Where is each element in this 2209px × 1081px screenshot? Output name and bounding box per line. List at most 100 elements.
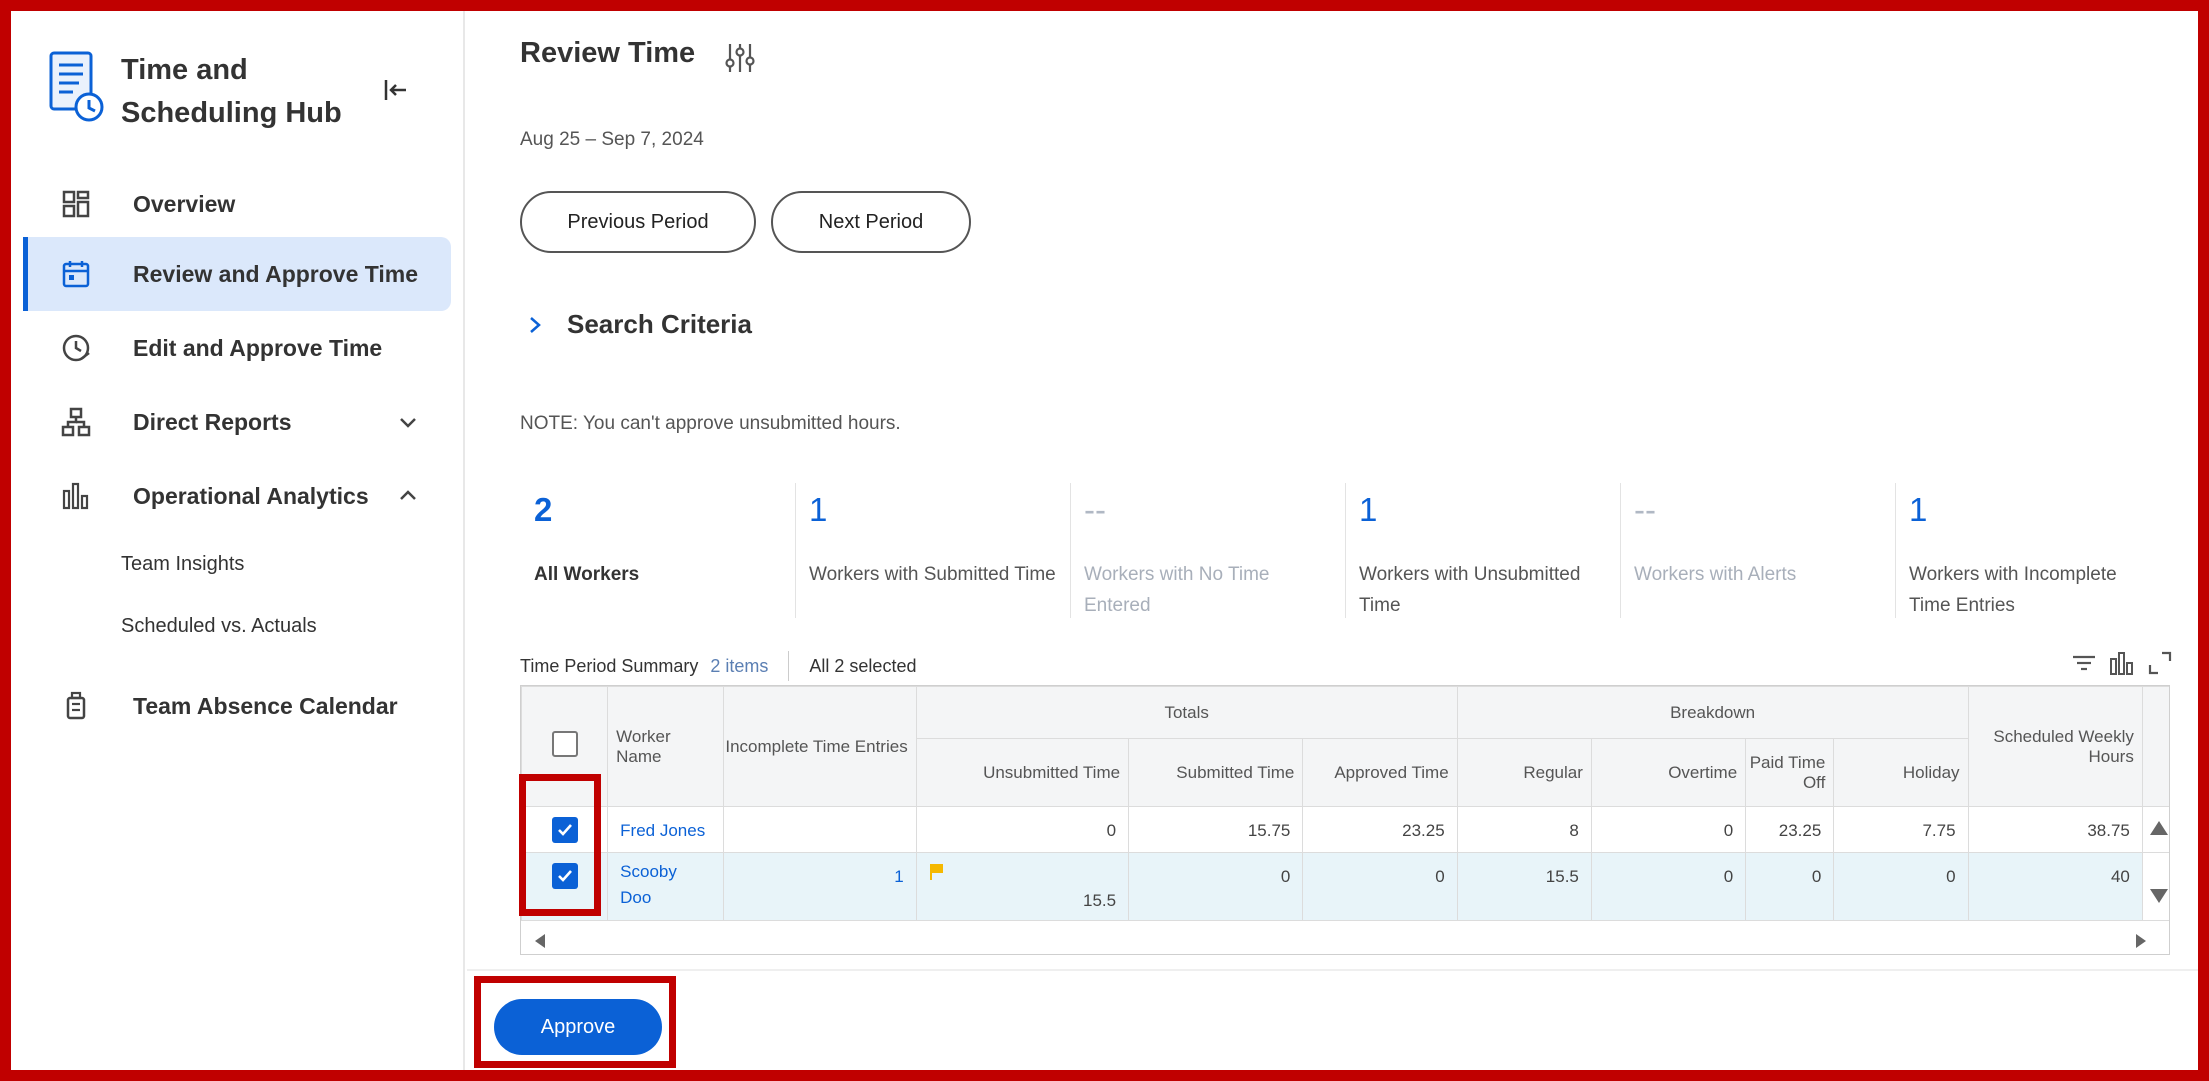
sidebar-item-operational-analytics[interactable]: Operational Analytics bbox=[23, 459, 451, 533]
worker-name-line2: Doo bbox=[620, 888, 652, 907]
worker-name-link[interactable]: Fred Jones bbox=[607, 806, 725, 853]
previous-period-button[interactable]: Previous Period bbox=[520, 191, 756, 253]
scroll-down-cell bbox=[2141, 852, 2170, 921]
clock-edit-icon bbox=[62, 334, 90, 362]
sidebar-item-label: Team Absence Calendar bbox=[133, 692, 398, 719]
org-chart-icon bbox=[61, 407, 91, 437]
main-content: Review Time Aug 25 – Sep 7, 2024 Previou… bbox=[467, 11, 2198, 1070]
worker-filter-cards: 2 All Workers 1 Workers with Submitted T… bbox=[520, 473, 2170, 623]
bar-chart-icon bbox=[62, 482, 89, 510]
sidebar-item-label: Edit and Approve Time bbox=[133, 334, 383, 361]
filter-icon[interactable] bbox=[2070, 649, 2098, 677]
card-label: Workers with Unsubmitted Time bbox=[1359, 564, 1581, 616]
scroll-right-icon[interactable] bbox=[2134, 933, 2148, 949]
submitted-cell: 0 bbox=[1128, 852, 1304, 921]
page-title: Review Time bbox=[520, 37, 696, 69]
unsubmitted-cell: 15.5 bbox=[915, 852, 1130, 921]
card-divider bbox=[1345, 483, 1346, 618]
chevron-right-icon bbox=[530, 316, 541, 333]
col-scheduled-weekly-hours[interactable]: Scheduled Weekly Hours bbox=[1967, 686, 2143, 807]
card-all-workers[interactable]: 2 All Workers bbox=[520, 473, 795, 623]
scroll-up-icon[interactable] bbox=[2148, 819, 2170, 837]
settings-sliders-icon[interactable] bbox=[725, 41, 755, 75]
col-approved-time[interactable]: Approved Time bbox=[1302, 738, 1458, 807]
table-row: Scooby Doo 1 15.5 0 0 15.5 0 0 0 40 bbox=[521, 852, 2170, 921]
col-regular[interactable]: Regular bbox=[1456, 738, 1592, 807]
scroll-down-icon[interactable] bbox=[2148, 887, 2170, 905]
scroll-gutter bbox=[2141, 686, 2169, 807]
sidebar-item-overview[interactable]: Overview bbox=[23, 167, 451, 241]
submitted-cell: 15.75 bbox=[1128, 806, 1304, 853]
chart-view-icon[interactable] bbox=[2108, 649, 2136, 677]
sidebar-item-direct-reports[interactable]: Direct Reports bbox=[23, 385, 451, 459]
next-period-button[interactable]: Next Period bbox=[771, 191, 971, 253]
scroll-left-icon[interactable] bbox=[533, 933, 547, 949]
select-all-checkbox[interactable] bbox=[551, 731, 578, 757]
card-divider bbox=[795, 483, 796, 618]
card-count: -- bbox=[1084, 491, 1106, 528]
col-holiday[interactable]: Holiday bbox=[1833, 738, 1969, 807]
table-row: Fred Jones 0 15.75 23.25 8 0 23.25 7.75 … bbox=[521, 806, 2170, 853]
regular-cell: 8 bbox=[1456, 806, 1592, 853]
hub-title: Time and Scheduling Hub bbox=[121, 49, 381, 135]
sidebar-subitem-team-insights[interactable]: Team Insights bbox=[121, 553, 244, 576]
card-submitted-time[interactable]: 1 Workers with Submitted Time bbox=[795, 473, 1070, 623]
card-unsubmitted-time[interactable]: 1 Workers with Unsubmitted Time bbox=[1345, 473, 1620, 623]
col-unsubmitted-time[interactable]: Unsubmitted Time bbox=[915, 738, 1130, 807]
card-label: Workers with No Time Entered bbox=[1084, 564, 1270, 616]
table-title: Time Period Summary bbox=[520, 655, 699, 676]
card-count: 1 bbox=[809, 491, 828, 528]
card-incomplete-time-entries[interactable]: 1 Workers with Incomplete Time Entries bbox=[1895, 473, 2170, 623]
chevron-up-icon[interactable] bbox=[397, 485, 419, 507]
timesheet-hub-icon bbox=[49, 51, 104, 122]
horizontal-scrollbar[interactable] bbox=[521, 928, 2169, 954]
regular-cell: 15.5 bbox=[1456, 852, 1592, 921]
sidebar-item-label: Review and Approve Time bbox=[133, 260, 419, 287]
col-overtime[interactable]: Overtime bbox=[1590, 738, 1747, 807]
collapse-sidebar-icon[interactable] bbox=[383, 77, 409, 103]
worker-name-link[interactable]: Scooby Doo bbox=[607, 852, 725, 921]
pto-cell: 0 bbox=[1745, 852, 1835, 921]
group-totals: Totals bbox=[915, 686, 1458, 739]
expand-icon[interactable] bbox=[2146, 649, 2174, 677]
footer-divider bbox=[467, 969, 2198, 971]
worker-name-line1: Scooby bbox=[620, 862, 677, 881]
dashboard-icon bbox=[62, 190, 90, 218]
card-count: 1 bbox=[1909, 491, 1928, 528]
col-paid-time-off[interactable]: Paid Time Off bbox=[1745, 738, 1835, 807]
sidebar-subitem-scheduled-vs-actuals[interactable]: Scheduled vs. Actuals bbox=[121, 615, 317, 638]
col-submitted-time[interactable]: Submitted Time bbox=[1128, 738, 1304, 807]
divider bbox=[788, 651, 790, 681]
approved-cell: 0 bbox=[1302, 852, 1458, 921]
chevron-down-icon[interactable] bbox=[397, 411, 419, 433]
incomplete-cell-link[interactable]: 1 bbox=[723, 852, 917, 921]
card-count: -- bbox=[1634, 491, 1656, 528]
col-incomplete-time-entries[interactable]: Incomplete Time Entries bbox=[723, 686, 917, 807]
group-breakdown: Breakdown bbox=[1456, 686, 1969, 739]
hub-title-line1: Time and bbox=[121, 54, 248, 86]
sidebar-item-team-absence-calendar[interactable]: Team Absence Calendar bbox=[23, 669, 451, 743]
hub-title-line2: Scheduling Hub bbox=[121, 97, 342, 129]
card-count: 1 bbox=[1359, 491, 1378, 528]
scheduled-cell: 38.75 bbox=[1967, 806, 2143, 853]
scroll-up-cell bbox=[2141, 806, 2170, 853]
holiday-cell: 0 bbox=[1833, 852, 1969, 921]
highlight-checkboxes bbox=[519, 774, 601, 916]
highlight-approve-button bbox=[474, 976, 676, 1068]
table-header-bar: Time Period Summary 2 items All 2 select… bbox=[520, 651, 916, 681]
sidebar-item-label: Overview bbox=[133, 190, 236, 217]
col-worker-name[interactable]: Worker Name bbox=[607, 686, 725, 807]
search-criteria-toggle[interactable]: Search Criteria bbox=[525, 309, 752, 340]
sidebar-item-edit-and-approve-time[interactable]: Edit and Approve Time bbox=[23, 311, 451, 385]
note-text: NOTE: You can't approve unsubmitted hour… bbox=[520, 413, 901, 434]
date-range: Aug 25 – Sep 7, 2024 bbox=[520, 129, 704, 150]
card-divider bbox=[1070, 483, 1071, 618]
sidebar-item-review-and-approve-time[interactable]: Review and Approve Time bbox=[23, 237, 451, 311]
calendar-check-icon bbox=[62, 261, 90, 288]
card-label: Workers with Submitted Time bbox=[809, 564, 1056, 585]
holiday-cell: 7.75 bbox=[1833, 806, 1969, 853]
search-criteria-label: Search Criteria bbox=[567, 309, 752, 339]
card-no-time-entered: -- Workers with No Time Entered bbox=[1070, 473, 1345, 623]
incomplete-cell bbox=[723, 806, 917, 853]
overtime-cell: 0 bbox=[1590, 806, 1747, 853]
